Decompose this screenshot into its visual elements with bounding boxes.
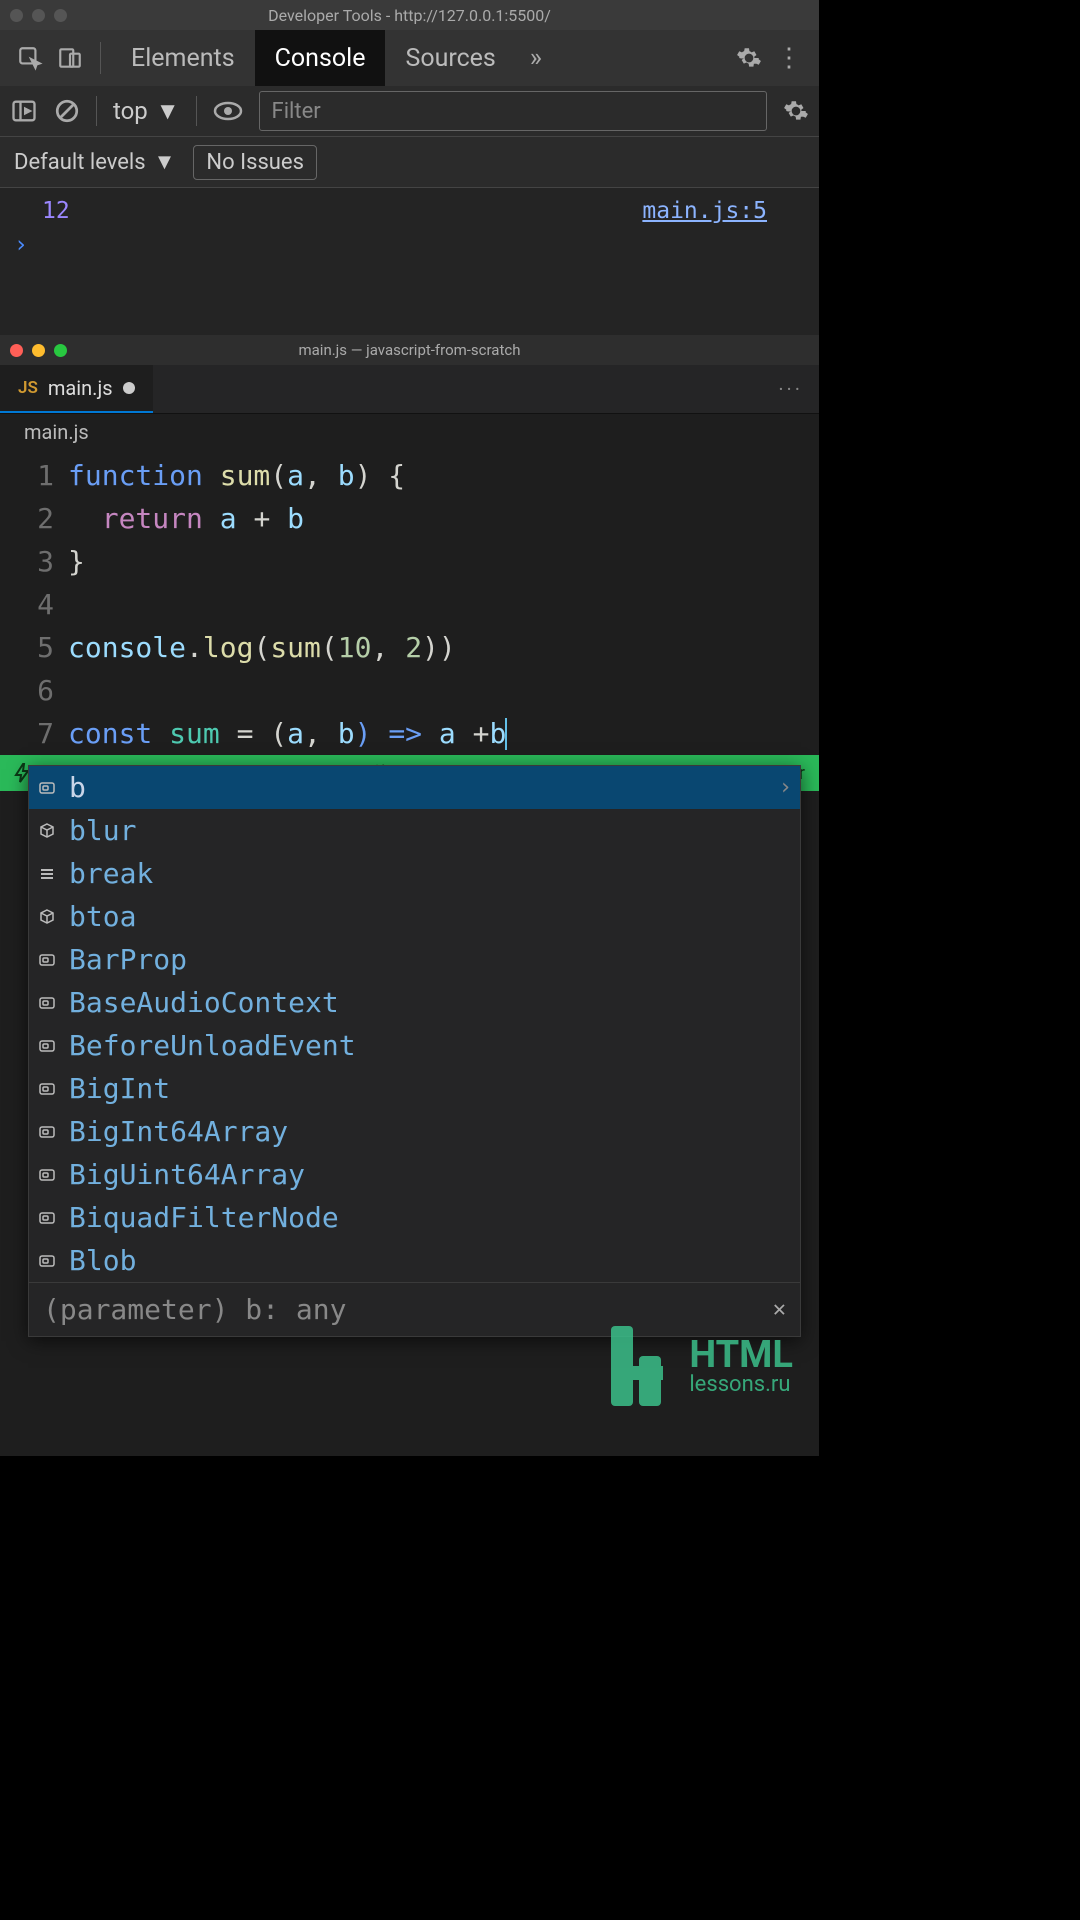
console-settings-icon[interactable] — [783, 98, 809, 124]
ac-kind-icon — [37, 1251, 57, 1271]
code-area[interactable]: 1 2 3 4 5 6 7 function sum(a, b) { retur… — [0, 450, 819, 755]
device-toggle-icon[interactable] — [50, 38, 90, 78]
watermark-line1: HTML — [689, 1336, 793, 1374]
autocomplete-item[interactable]: b› — [29, 766, 800, 809]
more-tabs-icon[interactable]: » — [516, 38, 556, 78]
editor-traffic-lights — [10, 344, 67, 357]
traffic-light-dot[interactable] — [32, 9, 45, 22]
ac-kind-icon — [37, 1208, 57, 1228]
editor-tabs: JS main.js ··· — [0, 365, 819, 414]
autocomplete-item[interactable]: BigInt — [29, 1067, 800, 1110]
autocomplete-item[interactable]: blur — [29, 809, 800, 852]
autocomplete-item[interactable]: BaseAudioContext — [29, 981, 800, 1024]
sidebar-toggle-icon[interactable] — [10, 97, 38, 125]
unsaved-dot-icon — [123, 382, 135, 394]
autocomplete-item[interactable]: BeforeUnloadEvent — [29, 1024, 800, 1067]
tab-console[interactable]: Console — [255, 30, 386, 86]
ac-kind-icon — [37, 864, 57, 884]
close-icon[interactable]: ✕ — [773, 1297, 786, 1322]
autocomplete-item[interactable]: BiquadFilterNode — [29, 1196, 800, 1239]
devtools-traffic-lights — [10, 9, 67, 22]
text-cursor — [505, 718, 507, 750]
live-expression-icon[interactable] — [213, 101, 243, 121]
devtools-window: Developer Tools - http://127.0.0.1:5500/… — [0, 0, 819, 335]
chevron-right-icon: › — [779, 775, 792, 800]
watermark: HTML lessons.ru — [611, 1326, 793, 1406]
ac-kind-icon — [37, 950, 57, 970]
clear-console-icon[interactable] — [54, 98, 80, 124]
watermark-line2: lessons.ru — [689, 1374, 793, 1396]
js-file-icon: JS — [18, 378, 38, 398]
ac-kind-icon — [37, 1079, 57, 1099]
inspect-icon[interactable] — [10, 38, 50, 78]
levels-label: Default levels — [14, 150, 146, 175]
console-toolbar: top ▼ Filter — [0, 86, 819, 137]
breadcrumb[interactable]: main.js — [0, 414, 819, 450]
chevron-down-icon: ▼ — [156, 97, 180, 126]
minimize-window-icon[interactable] — [32, 344, 45, 357]
log-levels-select[interactable]: Default levels ▼ — [14, 149, 175, 175]
autocomplete-item[interactable]: Blob — [29, 1239, 800, 1282]
watermark-logo-icon — [611, 1326, 677, 1406]
devtools-title: Developer Tools - http://127.0.0.1:5500/ — [268, 6, 551, 25]
ac-kind-icon — [37, 1036, 57, 1056]
traffic-light-dot[interactable] — [54, 9, 67, 22]
editor-window: main.js — javascript-from-scratch JS mai… — [0, 335, 819, 1456]
filter-input[interactable]: Filter — [259, 91, 767, 131]
log-value: 12 — [12, 198, 70, 224]
editor-tab[interactable]: JS main.js — [0, 365, 153, 413]
ac-kind-icon — [37, 821, 57, 841]
console-filterbar: Default levels ▼ No Issues — [0, 137, 819, 188]
autocomplete-item[interactable]: BarProp — [29, 938, 800, 981]
autocomplete-item[interactable]: BigInt64Array — [29, 1110, 800, 1153]
ac-kind-icon — [37, 907, 57, 927]
line-gutter: 1 2 3 4 5 6 7 — [0, 454, 68, 755]
ac-kind-icon — [37, 993, 57, 1013]
devtools-tabs: Elements Console Sources » ⋮ — [0, 30, 819, 86]
devtools-titlebar: Developer Tools - http://127.0.0.1:5500/ — [0, 0, 819, 30]
context-label: top — [113, 97, 148, 125]
editor-window-title: main.js — javascript-from-scratch — [298, 341, 520, 359]
log-source-link[interactable]: main.js:5 — [642, 198, 807, 224]
tab-elements[interactable]: Elements — [111, 30, 255, 86]
ac-kind-icon — [37, 778, 57, 798]
chevron-down-icon: ▼ — [154, 149, 176, 175]
traffic-light-dot[interactable] — [10, 9, 23, 22]
console-prompt[interactable]: › — [12, 228, 807, 258]
gear-icon[interactable] — [729, 38, 769, 78]
console-output: 12 main.js:5 › — [0, 188, 819, 335]
autocomplete-popup[interactable]: b›blurbreakbtoaBarPropBaseAudioContextBe… — [28, 765, 801, 1337]
tab-sources[interactable]: Sources — [385, 30, 515, 86]
kebab-menu-icon[interactable]: ⋮ — [769, 38, 809, 78]
tab-actions-icon[interactable]: ··· — [762, 365, 819, 413]
no-issues-badge[interactable]: No Issues — [193, 145, 317, 180]
divider — [100, 42, 101, 74]
ac-kind-icon — [37, 1165, 57, 1185]
autocomplete-item[interactable]: btoa — [29, 895, 800, 938]
ac-kind-icon — [37, 1122, 57, 1142]
console-log-row: 12 main.js:5 — [12, 194, 807, 228]
close-window-icon[interactable] — [10, 344, 23, 357]
maximize-window-icon[interactable] — [54, 344, 67, 357]
code-content[interactable]: function sum(a, b) { return a + b } cons… — [68, 454, 507, 755]
tab-filename: main.js — [48, 376, 113, 400]
filter-placeholder: Filter — [272, 99, 321, 124]
autocomplete-item[interactable]: break — [29, 852, 800, 895]
context-select[interactable]: top ▼ — [113, 97, 180, 126]
autocomplete-item[interactable]: BigUint64Array — [29, 1153, 800, 1196]
autocomplete-hint: (parameter) b: any✕ — [29, 1282, 800, 1336]
editor-titlebar: main.js — javascript-from-scratch — [0, 335, 819, 365]
divider — [96, 96, 97, 126]
divider — [196, 96, 197, 126]
